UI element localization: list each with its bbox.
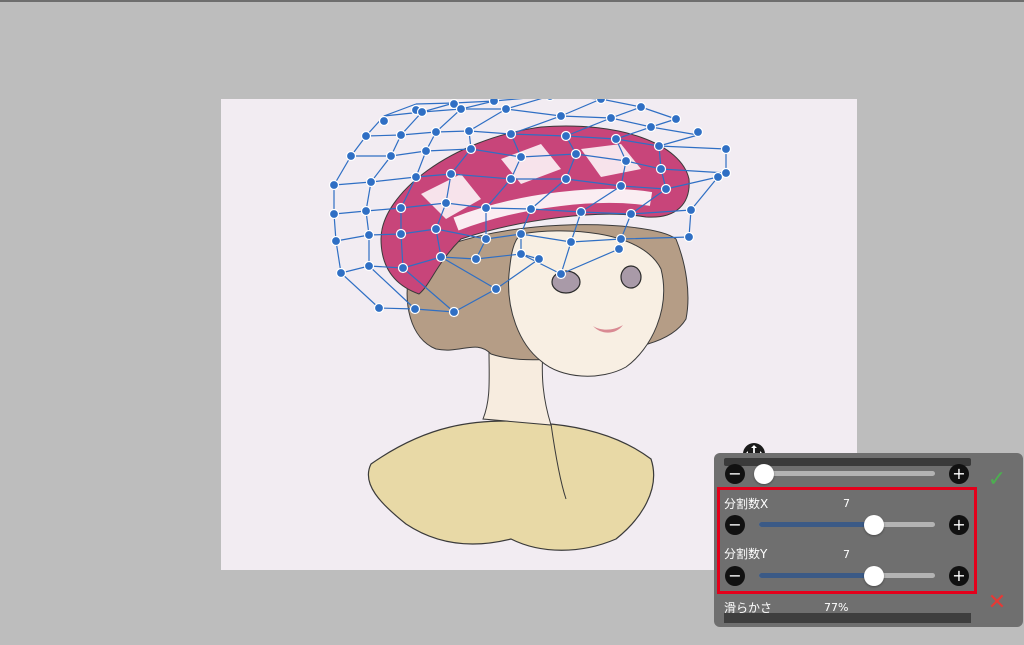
divisions-highlight-box: [717, 487, 977, 594]
cancel-button[interactable]: ✕: [984, 590, 1010, 616]
top-slider-track[interactable]: [759, 471, 935, 476]
window-top-border: [0, 0, 1024, 2]
top-slider-plus-button[interactable]: +: [949, 464, 969, 484]
top-slider-minus-button[interactable]: −: [725, 464, 745, 484]
close-icon: ✕: [987, 590, 1007, 615]
top-slider-thumb[interactable]: [754, 464, 774, 484]
checkmark-icon: ✓: [987, 467, 1007, 492]
confirm-button[interactable]: ✓: [984, 467, 1010, 493]
smoothness-slider-partial[interactable]: [724, 613, 971, 623]
